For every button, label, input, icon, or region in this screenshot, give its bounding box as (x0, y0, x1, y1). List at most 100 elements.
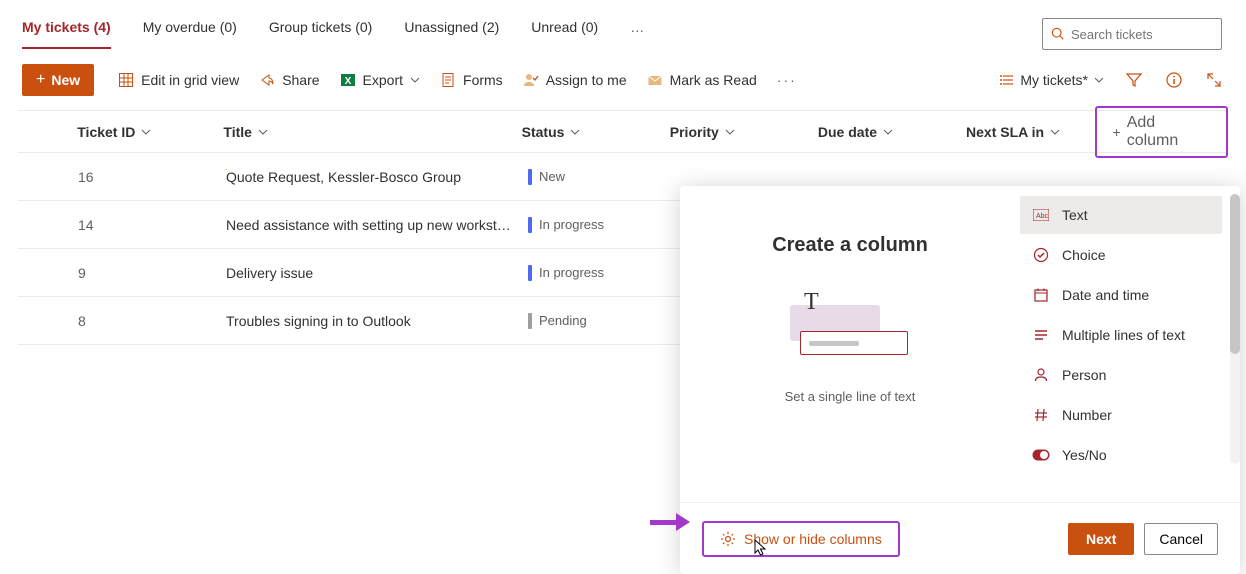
type-multiline[interactable]: Multiple lines of text (1020, 316, 1222, 354)
col-priority[interactable]: Priority (670, 124, 818, 140)
cell-status: New (528, 169, 678, 185)
col-due-date[interactable]: Due date (818, 124, 966, 140)
multiline-icon (1032, 326, 1050, 344)
view-selector[interactable]: My tickets* (1000, 72, 1104, 88)
expand-icon (1206, 72, 1222, 88)
cursor-icon (752, 539, 770, 559)
mark-read-button[interactable]: Mark as Read (647, 72, 757, 88)
assign-button[interactable]: Assign to me (523, 72, 627, 88)
chevron-down-icon (1094, 75, 1104, 85)
panel-title: Create a column (772, 234, 928, 257)
col-next-sla[interactable]: Next SLA in (966, 124, 1085, 140)
toolbar: + New Edit in grid view Share X Export F… (0, 56, 1246, 104)
show-hide-columns-button[interactable]: Show or hide columns (702, 521, 900, 557)
annotation-arrow (650, 513, 692, 531)
type-number[interactable]: Number (1020, 396, 1222, 434)
cell-ticket-id: 16 (78, 169, 226, 185)
info-icon (1166, 72, 1182, 88)
search-input[interactable] (1071, 27, 1213, 42)
expand-button[interactable] (1204, 70, 1224, 90)
tab-group-tickets[interactable]: Group tickets (0) (269, 19, 372, 49)
col-status[interactable]: Status (522, 124, 670, 140)
column-type-list: Abc Text Choice Date and time Multiple l… (1020, 186, 1240, 502)
tab-unread[interactable]: Unread (0) (531, 19, 598, 49)
chevron-down-icon (141, 127, 151, 137)
panel-preview: Create a column T Set a single line of t… (680, 186, 1020, 502)
type-choice[interactable]: Choice (1020, 236, 1222, 274)
cell-status: Pending (528, 313, 678, 329)
tab-unassigned[interactable]: Unassigned (2) (404, 19, 499, 49)
cell-title: Troubles signing in to Outlook (226, 313, 528, 329)
table-header: Ticket ID Title Status Priority Due date… (18, 111, 1228, 153)
list-icon (1000, 73, 1014, 87)
calendar-icon (1032, 286, 1050, 304)
gear-icon (720, 531, 736, 547)
forms-label: Forms (463, 72, 503, 88)
chevron-down-icon (410, 75, 420, 85)
cell-status: In progress (528, 265, 678, 281)
grid-icon (118, 72, 134, 88)
search-box[interactable] (1042, 18, 1222, 50)
type-person[interactable]: Person (1020, 356, 1222, 394)
type-date[interactable]: Date and time (1020, 276, 1222, 314)
export-label: Export (363, 72, 403, 88)
text-icon: Abc (1032, 206, 1050, 224)
forms-button[interactable]: Forms (440, 72, 503, 88)
export-button[interactable]: X Export (340, 72, 420, 88)
cell-title: Delivery issue (226, 265, 528, 281)
toolbar-overflow[interactable]: ··· (777, 72, 797, 88)
search-icon (1051, 27, 1065, 41)
panel-footer: Show or hide columns Next Cancel (680, 502, 1240, 574)
assign-label: Assign to me (546, 72, 627, 88)
toolbar-right: My tickets* (1000, 70, 1224, 90)
create-column-panel: Create a column T Set a single line of t… (680, 186, 1240, 574)
filter-icon (1126, 72, 1142, 88)
view-name: My tickets* (1020, 72, 1088, 88)
chevron-down-icon (883, 127, 893, 137)
plus-icon: + (1113, 124, 1121, 140)
share-icon (259, 72, 275, 88)
share-label: Share (282, 72, 319, 88)
new-label: New (51, 72, 80, 88)
svg-text:X: X (344, 76, 351, 87)
tab-my-overdue[interactable]: My overdue (0) (143, 19, 237, 49)
type-text[interactable]: Abc Text (1020, 196, 1222, 234)
cancel-button[interactable]: Cancel (1144, 523, 1218, 555)
sparkle-icon: ✦ (226, 169, 228, 176)
cell-ticket-id: 14 (78, 217, 226, 233)
envelope-icon (647, 72, 663, 88)
chevron-down-icon (725, 127, 735, 137)
svg-text:Abc: Abc (1036, 213, 1049, 220)
add-column-button[interactable]: +Add column (1095, 106, 1228, 158)
edit-grid-button[interactable]: Edit in grid view (118, 72, 239, 88)
col-ticket-id[interactable]: Ticket ID (77, 124, 223, 140)
panel-scrollbar[interactable] (1230, 194, 1240, 464)
new-button[interactable]: + New (22, 64, 94, 96)
more-icon: ··· (777, 72, 797, 88)
type-yesno[interactable]: Yes/No (1020, 436, 1222, 474)
chevron-down-icon (258, 127, 268, 137)
cell-ticket-id: 8 (78, 313, 226, 329)
tab-overflow[interactable]: … (630, 19, 644, 49)
tabs-row: My tickets (4) My overdue (0) Group tick… (0, 0, 1246, 56)
share-button[interactable]: Share (259, 72, 319, 88)
chevron-down-icon (1050, 127, 1060, 137)
cell-title: ✦Quote Request, Kessler-Bosco Group (226, 169, 528, 185)
tab-my-tickets[interactable]: My tickets (4) (22, 19, 111, 49)
forms-icon (440, 72, 456, 88)
mark-read-label: Mark as Read (670, 72, 757, 88)
yesno-icon (1032, 446, 1050, 464)
filter-button[interactable] (1124, 70, 1144, 90)
cell-title: Need assistance with setting up new work… (226, 217, 528, 233)
col-title[interactable]: Title (223, 124, 521, 140)
text-column-illustration: T (790, 297, 910, 367)
info-button[interactable] (1164, 70, 1184, 90)
plus-icon: + (36, 71, 45, 89)
next-button[interactable]: Next (1068, 523, 1134, 555)
chevron-down-icon (570, 127, 580, 137)
tabs: My tickets (4) My overdue (0) Group tick… (22, 19, 1042, 49)
cell-ticket-id: 9 (78, 265, 226, 281)
edit-grid-label: Edit in grid view (141, 72, 239, 88)
number-icon (1032, 406, 1050, 424)
person-icon (1032, 366, 1050, 384)
